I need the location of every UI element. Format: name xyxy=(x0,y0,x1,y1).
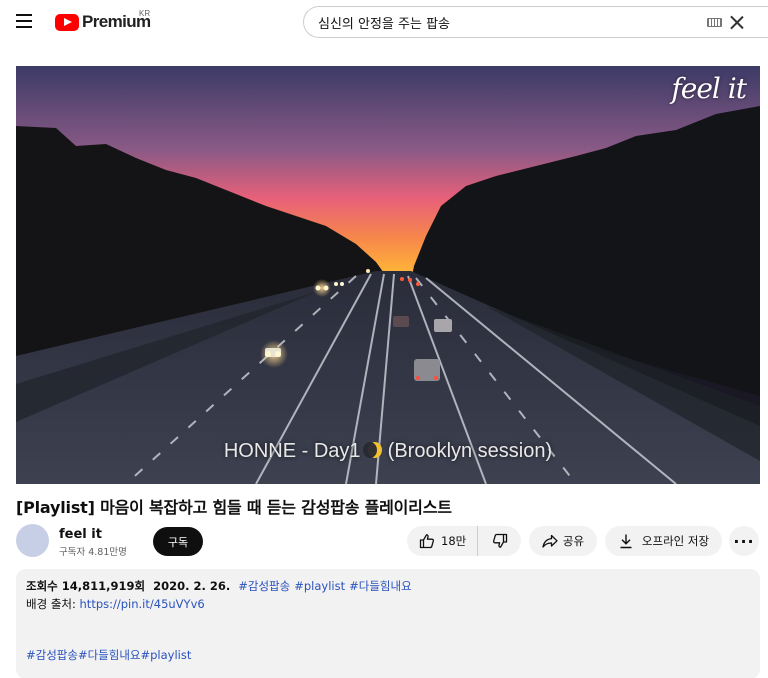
video-title: [Playlist] 마음이 복잡하고 힘들 때 듣는 감성팝송 플레이리스트 xyxy=(16,498,452,517)
more-icon: ··· xyxy=(733,531,755,551)
video-caption: HONNE - Day1 (Brooklyn session) xyxy=(16,440,760,463)
channel-avatar[interactable] xyxy=(16,524,49,557)
description-hashtags[interactable]: #감성팝송#다들힘내요#playlist xyxy=(26,647,750,663)
share-button[interactable]: 공유 xyxy=(529,526,597,556)
top-bar: Premium KR 심신의 안정을 주는 팝송 xyxy=(0,0,768,44)
more-actions-button[interactable]: ··· xyxy=(729,526,759,556)
share-icon xyxy=(542,534,558,548)
youtube-play-icon xyxy=(55,13,79,31)
logo-region: KR xyxy=(139,9,151,18)
search-box[interactable]: 심신의 안정을 주는 팝송 xyxy=(303,6,768,38)
source-label: 배경 출처: xyxy=(26,597,76,611)
view-count: 조회수 14,811,919회 xyxy=(26,579,146,593)
description-box[interactable]: 조회수 14,811,919회 2020. 2. 26. #감성팝송 #play… xyxy=(16,569,760,678)
channel-name[interactable]: feel it xyxy=(59,527,102,542)
dislike-button[interactable] xyxy=(478,526,521,556)
download-icon xyxy=(620,534,632,549)
keyboard-icon[interactable] xyxy=(707,17,722,27)
thumbs-up-icon xyxy=(419,534,435,549)
source-link[interactable]: https://pin.it/45uVYv6 xyxy=(80,597,205,611)
search-input[interactable]: 심신의 안정을 주는 팝송 xyxy=(318,13,707,32)
share-label: 공유 xyxy=(562,534,585,548)
subscriber-count: 구독자 4.81만명 xyxy=(59,547,127,558)
hashtag-link[interactable]: #playlist xyxy=(294,579,345,593)
channel-watermark: feel it xyxy=(671,72,747,105)
moon-icon xyxy=(363,442,383,458)
like-dislike-group: 18만 xyxy=(407,526,521,556)
video-player[interactable]: feel it HONNE - Day1 (Brooklyn session) xyxy=(16,66,760,484)
menu-icon[interactable] xyxy=(14,12,34,30)
background-source: 배경 출처: https://pin.it/45uVYv6 xyxy=(26,596,750,612)
video-frame-scene xyxy=(16,66,760,484)
like-button[interactable]: 18만 xyxy=(407,526,478,556)
offline-save-button[interactable]: 오프라인 저장 xyxy=(605,526,722,556)
description-meta: 조회수 14,811,919회 2020. 2. 26. #감성팝송 #play… xyxy=(26,578,750,594)
hashtag-link[interactable]: #다들힘내요 xyxy=(349,579,412,593)
youtube-premium-logo[interactable]: Premium KR xyxy=(55,9,151,33)
upload-date: 2020. 2. 26. xyxy=(153,579,231,593)
subscribe-button[interactable]: 구독 xyxy=(153,527,203,556)
thumbs-down-icon xyxy=(492,533,507,548)
caption-text-song: HONNE - Day1 xyxy=(223,440,361,462)
hashtag-link[interactable]: #감성팝송 xyxy=(238,579,290,593)
offline-save-label: 오프라인 저장 xyxy=(641,534,710,548)
like-count: 18만 xyxy=(441,534,467,548)
close-icon[interactable] xyxy=(730,15,744,29)
caption-text-session: (Brooklyn session) xyxy=(387,440,553,462)
